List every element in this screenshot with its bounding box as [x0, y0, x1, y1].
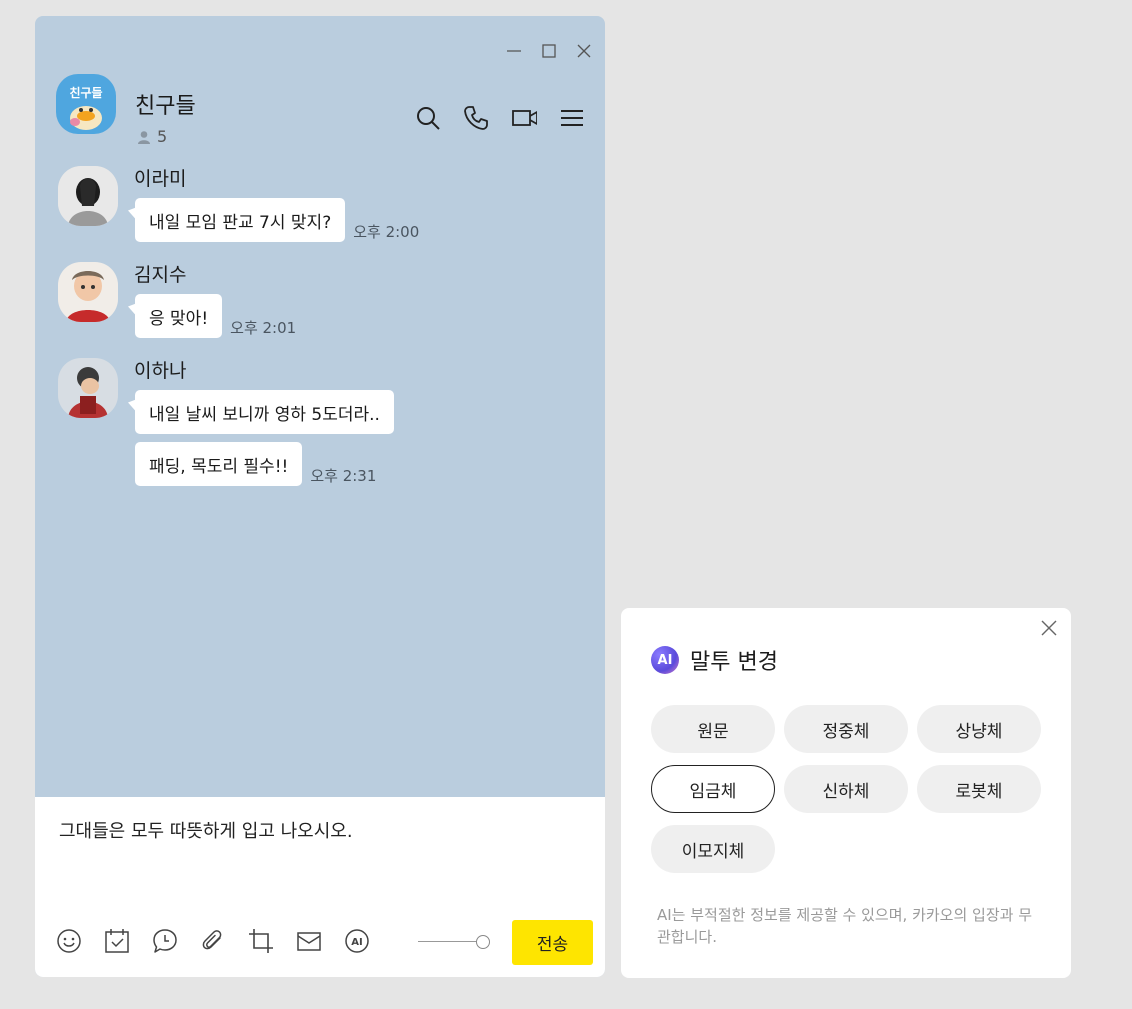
chat-window: 친구들 친구들 5 이라미 내일 모임 판교 7시 맞지? 오후 2:00 김지… — [35, 16, 605, 977]
window-controls — [505, 42, 593, 60]
chat-header: 친구들 친구들 5 — [56, 74, 585, 146]
ai-icon-label: AI — [351, 937, 362, 948]
ai-disclaimer: AI는 부적절한 정보를 제공할 수 있으며, 카카오의 입장과 무관합니다. — [657, 906, 1032, 946]
person-icon — [138, 130, 150, 144]
close-icon[interactable] — [1039, 618, 1059, 638]
tone-option[interactable]: 원문 — [651, 705, 775, 753]
slider-track — [418, 941, 480, 942]
sender-name: 이라미 — [134, 168, 187, 190]
chat-bubble-icon[interactable] — [151, 927, 179, 955]
slider-knob[interactable] — [476, 935, 490, 949]
composer-toolbar: AI — [55, 927, 371, 955]
bubble-row: 패딩, 목도리 필수!! 오후 2:31 — [135, 442, 376, 486]
opacity-slider[interactable] — [418, 935, 490, 949]
calendar-icon[interactable] — [103, 927, 131, 955]
sender-name: 김지수 — [134, 264, 187, 286]
crop-icon[interactable] — [247, 927, 275, 955]
bubble-row: 내일 모임 판교 7시 맞지? 오후 2:00 — [135, 198, 419, 242]
message-time: 오후 2:00 — [353, 223, 420, 241]
composer: 그대들은 모두 따뜻하게 입고 나오시오. AI 전송 — [35, 797, 605, 977]
mail-icon[interactable] — [295, 927, 323, 955]
bubble-row: 응 맞아! 오후 2:01 — [135, 294, 296, 338]
avatar[interactable] — [58, 166, 118, 226]
message-time: 오후 2:31 — [310, 467, 377, 485]
tone-option[interactable]: 신하체 — [784, 765, 908, 813]
member-count-value: 5 — [157, 127, 168, 146]
member-count: 5 — [137, 127, 167, 146]
close-icon[interactable] — [575, 42, 593, 60]
message-bubble[interactable]: 응 맞아! — [135, 294, 223, 338]
tone-option[interactable]: 로봇체 — [917, 765, 1041, 813]
search-icon[interactable] — [415, 105, 441, 131]
ai-panel-header: AI 말투 변경 — [651, 644, 778, 676]
avatar[interactable] — [58, 358, 118, 418]
ai-icon[interactable]: AI — [343, 927, 371, 955]
menu-icon[interactable] — [559, 105, 585, 131]
message-input[interactable]: 그대들은 모두 따뜻하게 입고 나오시오. — [59, 817, 353, 843]
message-bubble[interactable]: 패딩, 목도리 필수!! — [135, 442, 303, 486]
message-time: 오후 2:01 — [230, 319, 297, 337]
tone-option-selected[interactable]: 임금체 — [651, 765, 775, 813]
avatar[interactable] — [58, 262, 118, 322]
phone-icon[interactable] — [463, 105, 489, 131]
tone-option[interactable]: 상냥체 — [917, 705, 1041, 753]
ai-tone-panel: AI 말투 변경 원문 정중체 상냥체 임금체 신하체 로봇체 이모지체 AI는… — [621, 608, 1071, 978]
room-title: 친구들 — [135, 94, 196, 119]
ai-badge-icon: AI — [651, 646, 679, 674]
emoji-icon[interactable] — [55, 927, 83, 955]
message-bubble[interactable]: 내일 날씨 보니까 영하 5도더라.. — [135, 390, 394, 434]
attach-icon[interactable] — [199, 927, 227, 955]
tone-options: 원문 정중체 상냥체 임금체 신하체 로봇체 이모지체 — [651, 705, 1041, 873]
room-avatar[interactable]: 친구들 — [56, 74, 116, 134]
ai-panel-title: 말투 변경 — [690, 650, 778, 675]
message-bubble[interactable]: 내일 모임 판교 7시 맞지? — [135, 198, 346, 242]
video-call-icon[interactable] — [511, 105, 537, 131]
tone-option[interactable]: 정중체 — [784, 705, 908, 753]
header-actions — [415, 105, 585, 131]
maximize-icon[interactable] — [540, 42, 558, 60]
send-button[interactable]: 전송 — [512, 920, 593, 965]
bubble-row: 내일 날씨 보니까 영하 5도더라.. — [135, 390, 394, 434]
minimize-icon[interactable] — [505, 42, 523, 60]
tone-option[interactable]: 이모지체 — [651, 825, 775, 873]
sender-name: 이하나 — [134, 360, 187, 382]
